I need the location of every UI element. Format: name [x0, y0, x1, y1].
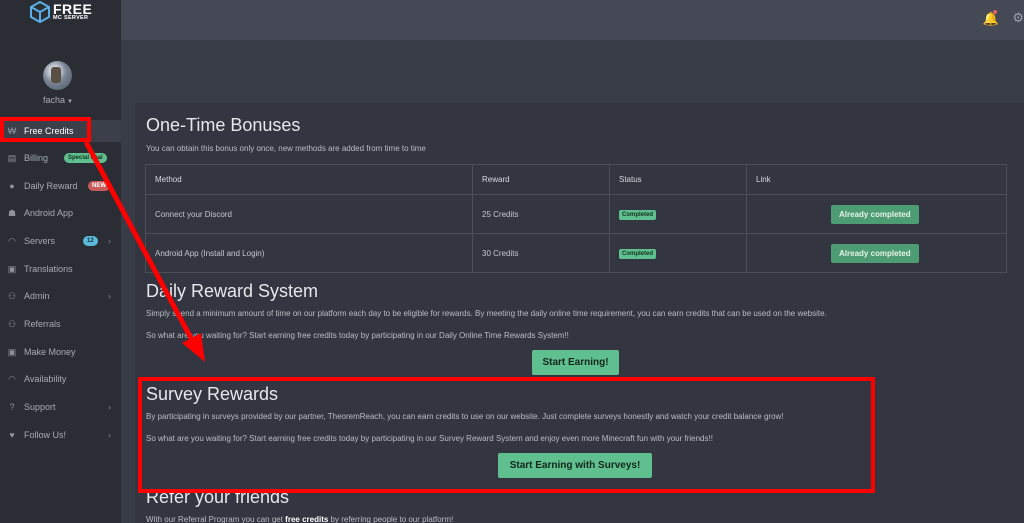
- sidebar-item-servers[interactable]: ◠ Servers 12 ›: [0, 230, 121, 252]
- android-icon: ☗: [7, 207, 17, 218]
- servers-count-badge: 12: [83, 236, 98, 246]
- highlight-box-free-credits: [0, 117, 91, 142]
- username: facha: [43, 95, 66, 105]
- sidebar-item-follow-us[interactable]: ♥ Follow Us! ›: [0, 424, 121, 446]
- daily-desc-2: So what are you waiting for? Start earni…: [146, 331, 569, 340]
- free-credits-emphasis: free credits: [285, 515, 329, 523]
- question-icon: ?: [9, 402, 15, 412]
- sidebar-item-label: Support: [24, 402, 56, 412]
- sidebar-item-label: Availability: [24, 374, 67, 384]
- status-badge: Completed: [619, 209, 657, 220]
- sidebar-item-translations[interactable]: ▣ Translations: [0, 258, 121, 280]
- top-bar: 🔔 ⚙: [121, 0, 1024, 40]
- highlight-box-survey-rewards: [138, 377, 875, 493]
- col-method: Method: [145, 164, 473, 195]
- sidebar-item-admin[interactable]: ⚇ Admin ›: [0, 285, 121, 307]
- chevron-right-icon: ›: [108, 402, 111, 412]
- brand-subname: MC SERVER: [53, 15, 89, 22]
- reward-cell: 25 Credits: [472, 194, 610, 234]
- bell-icon[interactable]: 🔔: [983, 11, 999, 27]
- daily-desc-1: Simply spend a minimum amount of time on…: [146, 309, 827, 318]
- refer-desc: With our Referral Program you can get fr…: [146, 515, 454, 523]
- people-icon: ⚇: [7, 318, 17, 329]
- sidebar: FREE MC SERVER facha ▼ ₩ Free Credits ▤ B…: [0, 0, 121, 523]
- notification-dot: [993, 10, 997, 14]
- link-cell: Already completed: [746, 233, 1007, 273]
- col-link: Link: [746, 164, 1007, 195]
- sidebar-item-label: Translations: [24, 264, 73, 274]
- table-row: Android App (Install and Login) 30 Credi…: [145, 233, 1007, 273]
- link-cell: Already completed: [746, 194, 1007, 234]
- sidebar-item-referrals[interactable]: ⚇ Referrals: [0, 313, 121, 335]
- sidebar-item-billing[interactable]: ▤ Billing Special deal: [0, 147, 121, 169]
- gauge-icon: ◠: [8, 235, 16, 246]
- special-deal-badge: Special deal: [64, 153, 107, 163]
- sidebar-item-label: Referrals: [24, 319, 61, 329]
- clock-icon: ●: [9, 181, 15, 191]
- brand-name: FREE: [53, 1, 93, 18]
- wifi-icon: ◠: [8, 373, 16, 384]
- col-reward: Reward: [472, 164, 610, 195]
- already-completed-button[interactable]: Already completed: [831, 243, 919, 263]
- sidebar-item-label: Billing: [24, 153, 49, 163]
- caret-down-icon: ▼: [67, 99, 73, 105]
- sidebar-item-label: Admin: [24, 291, 50, 301]
- start-earning-button[interactable]: Start Earning!: [532, 350, 619, 375]
- onetime-desc: You can obtain this bonus only once, new…: [146, 144, 426, 153]
- card-icon: ▤: [7, 152, 17, 163]
- chevron-right-icon: ›: [108, 291, 111, 301]
- sidebar-item-android-app[interactable]: ☗ Android App: [0, 202, 121, 224]
- method-cell: Android App (Install and Login): [145, 233, 473, 273]
- status-cell: Completed: [609, 233, 747, 273]
- brand-logo[interactable]: FREE MC SERVER: [30, 0, 92, 24]
- already-completed-button[interactable]: Already completed: [831, 204, 919, 224]
- bonus-table: Method Reward Status Link Connect your D…: [145, 164, 1007, 273]
- sidebar-item-support[interactable]: ? Support ›: [0, 396, 121, 418]
- status-badge: Completed: [619, 248, 657, 259]
- sidebar-item-label: Android App: [24, 208, 74, 218]
- sidebar-item-label: Servers: [24, 236, 56, 246]
- reward-cell: 30 Credits: [472, 233, 610, 273]
- status-cell: Completed: [609, 194, 747, 234]
- sidebar-item-make-money[interactable]: ▣ Make Money: [0, 341, 121, 363]
- user-menu[interactable]: facha ▼: [0, 95, 116, 105]
- table-row: Connect your Discord 25 Credits Complete…: [145, 194, 1007, 234]
- chevron-right-icon: ›: [108, 236, 111, 246]
- translate-icon: ▣: [7, 263, 17, 274]
- sidebar-item-label: Daily Reward: [24, 181, 78, 191]
- chevron-right-icon: ›: [108, 430, 111, 440]
- col-status: Status: [609, 164, 747, 195]
- gear-icon[interactable]: ⚙: [1012, 10, 1024, 26]
- money-icon: ▣: [7, 346, 17, 357]
- avatar[interactable]: [43, 61, 72, 90]
- cube-logo-icon: [30, 1, 50, 23]
- users-gear-icon: ⚇: [7, 290, 17, 301]
- new-badge: NEW: [88, 181, 110, 191]
- method-cell: Connect your Discord: [145, 194, 473, 234]
- onetime-title: One-Time Bonuses: [146, 115, 301, 135]
- table-header-row: Method Reward Status Link: [145, 164, 1007, 195]
- sidebar-item-label: Follow Us!: [24, 430, 67, 440]
- sidebar-item-label: Make Money: [24, 347, 76, 357]
- heart-icon: ♥: [9, 430, 15, 440]
- sidebar-item-availability[interactable]: ◠ Availability: [0, 368, 121, 390]
- sidebar-item-daily-reward[interactable]: ● Daily Reward NEW: [0, 175, 121, 197]
- daily-title: Daily Reward System: [146, 281, 319, 301]
